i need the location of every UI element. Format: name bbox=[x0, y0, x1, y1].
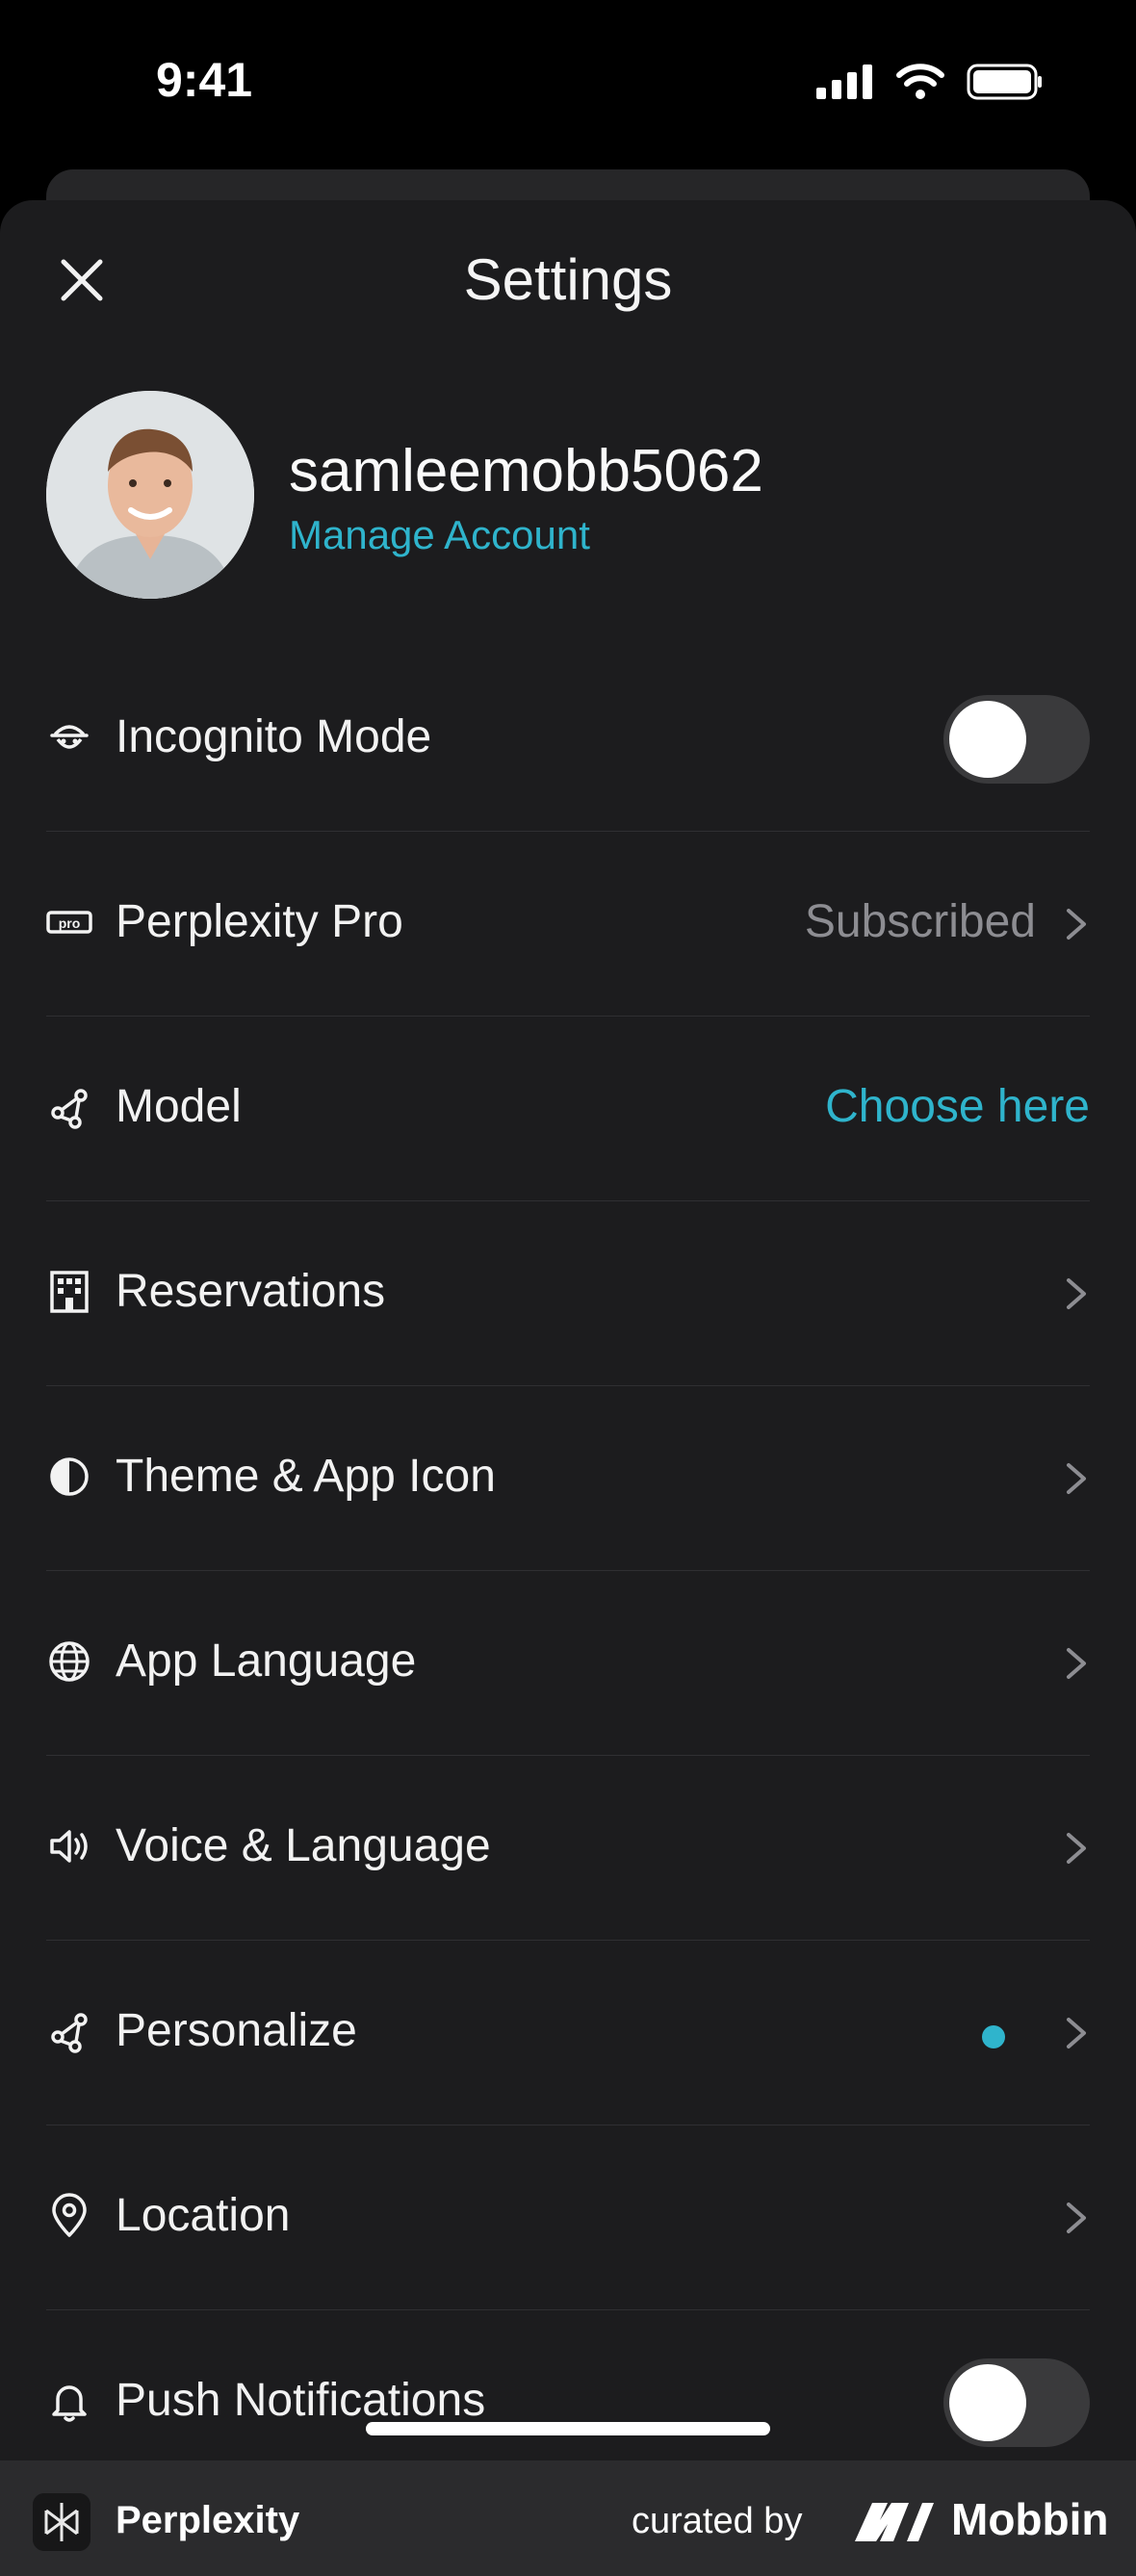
settings-list: Incognito Mode pro Perplexity Pro Subscr… bbox=[46, 647, 1090, 2494]
incognito-icon bbox=[50, 725, 89, 749]
settings-row-incognito[interactable]: Incognito Mode bbox=[46, 647, 1090, 832]
settings-row-reservations[interactable]: Reservations bbox=[46, 1201, 1090, 1386]
row-label: Perplexity Pro bbox=[116, 896, 403, 947]
settings-row-personalize[interactable]: Personalize bbox=[46, 1941, 1090, 2125]
settings-row-app-language[interactable]: App Language bbox=[46, 1571, 1090, 1756]
choose-model-link[interactable]: Choose here bbox=[825, 1080, 1090, 1133]
building-icon bbox=[50, 1271, 89, 1313]
cellular-signal-icon bbox=[816, 64, 872, 99]
row-label: Push Notifications bbox=[116, 2375, 486, 2426]
mobbin-logo-icon bbox=[855, 2503, 934, 2541]
perplexity-logo-icon bbox=[33, 2493, 90, 2551]
status-icons bbox=[816, 64, 1044, 100]
username: samleemobb5062 bbox=[289, 438, 763, 504]
mobbin-wordmark: Mobbin bbox=[951, 2494, 1109, 2544]
globe-icon bbox=[49, 1641, 90, 1682]
model-icon bbox=[51, 1089, 88, 1129]
svg-text:pro: pro bbox=[59, 915, 81, 931]
pro-badge-icon: pro bbox=[46, 911, 92, 934]
footer-brand: Perplexity bbox=[116, 2499, 300, 2541]
location-pin-icon bbox=[52, 2193, 87, 2237]
row-label: Personalize bbox=[116, 2005, 357, 2056]
row-label: Theme & App Icon bbox=[116, 1451, 496, 1502]
wifi-icon bbox=[896, 64, 944, 99]
row-label: App Language bbox=[116, 1636, 417, 1687]
chevron-right-icon bbox=[1067, 2018, 1086, 2048]
settings-row-model[interactable]: Model Choose here bbox=[46, 1017, 1090, 1201]
chevron-right-icon bbox=[1067, 1278, 1086, 1309]
row-label: Incognito Mode bbox=[116, 711, 432, 762]
home-indicator bbox=[366, 2422, 770, 2435]
chevron-right-icon bbox=[1067, 1463, 1086, 1494]
toggle-knob bbox=[949, 701, 1026, 778]
chevron-right-icon bbox=[1067, 1833, 1086, 1864]
row-label: Voice & Language bbox=[116, 1820, 491, 1871]
settings-row-theme[interactable]: Theme & App Icon bbox=[46, 1386, 1090, 1571]
bell-icon bbox=[52, 2385, 87, 2422]
chevron-right-icon bbox=[1067, 909, 1086, 940]
row-label: Location bbox=[116, 2190, 291, 2241]
toggle-knob bbox=[949, 2364, 1026, 2441]
manage-account-link[interactable]: Manage Account bbox=[289, 512, 590, 558]
chevron-right-icon bbox=[1067, 1648, 1086, 1679]
new-badge-dot bbox=[982, 2025, 1005, 2048]
settings-row-perplexity-pro[interactable]: pro Perplexity Pro Subscribed bbox=[46, 832, 1090, 1017]
avatar-photo bbox=[46, 391, 254, 599]
avatar[interactable] bbox=[46, 391, 254, 599]
speaker-icon bbox=[50, 1830, 88, 1863]
chevron-right-icon bbox=[1067, 2202, 1086, 2233]
settings-row-location[interactable]: Location bbox=[46, 2125, 1090, 2310]
row-label: Reservations bbox=[116, 1266, 386, 1317]
battery-icon bbox=[967, 64, 1042, 100]
page-title: Settings bbox=[463, 247, 673, 312]
settings-row-voice-language[interactable]: Voice & Language bbox=[46, 1756, 1090, 1941]
row-value: Subscribed bbox=[804, 896, 1036, 947]
personalize-icon bbox=[51, 2013, 88, 2053]
status-time: 9:41 bbox=[156, 53, 253, 107]
push-notifications-toggle[interactable] bbox=[943, 2358, 1090, 2447]
row-label: Model bbox=[116, 1081, 242, 1132]
incognito-toggle[interactable] bbox=[943, 695, 1090, 784]
theme-icon bbox=[50, 1457, 89, 1496]
status-bar: 9:41 bbox=[0, 0, 1136, 173]
curated-by-label: curated by bbox=[632, 2501, 803, 2541]
